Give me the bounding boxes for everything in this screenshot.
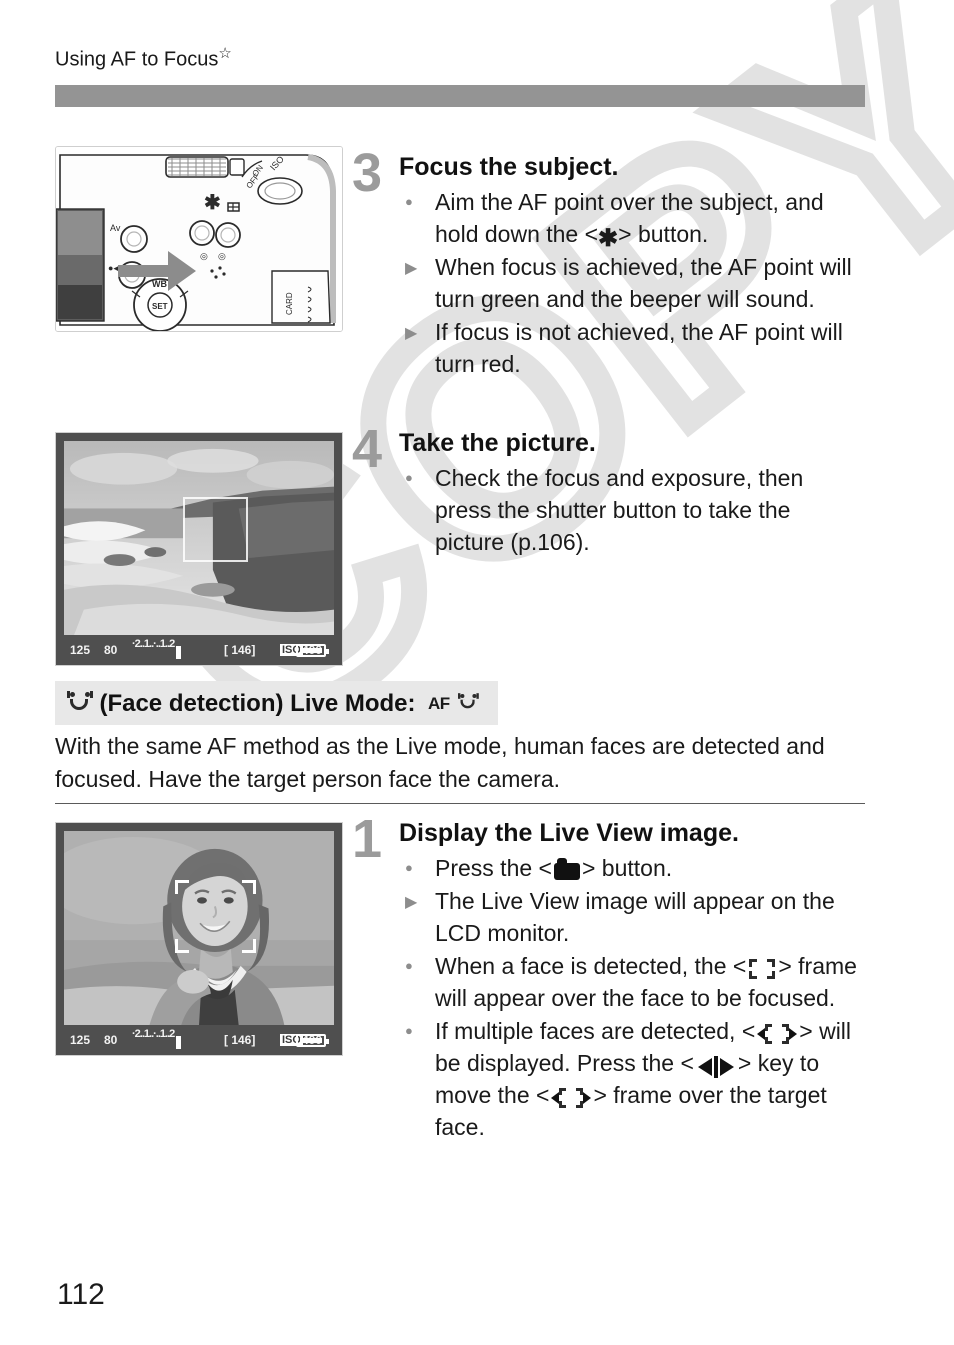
- list-item: When a face is detected, the <> frame wi…: [399, 951, 862, 1015]
- camera-rear-line-art: OFF ON ISO ✱ ◎ ◎ Av ●◀ SET WB CARD: [56, 147, 342, 331]
- af-point-box: [182, 497, 248, 562]
- section-heading-text: (Face detection) Live Mode:: [99, 689, 416, 717]
- list-item: Check the focus and exposure, then press…: [399, 463, 862, 559]
- step-3-number: 3: [352, 143, 383, 203]
- svg-text:SET: SET: [152, 302, 168, 311]
- bullet-dot-icon: [405, 853, 427, 885]
- face-detection-icon: [67, 690, 93, 714]
- step-4-title: Take the picture.: [399, 429, 596, 457]
- svg-text:CARD: CARD: [285, 292, 294, 315]
- battery-icon: [296, 1033, 329, 1047]
- exposure-scale-text: ·2..1..·..1..2: [132, 1028, 175, 1041]
- camera-illustration-figure: OFF ON ISO ✱ ◎ ◎ Av ●◀ SET WB CARD: [55, 146, 343, 332]
- list-item: If focus is not achieved, the AF point w…: [399, 317, 862, 381]
- camera-icon: [553, 858, 580, 881]
- left-right-key-icon: [696, 1056, 736, 1079]
- header-rule-bar: [55, 85, 865, 107]
- page-number: 112: [57, 1278, 105, 1311]
- aperture-value: 80: [104, 643, 118, 658]
- face-frame-arrows-icon: [757, 1024, 798, 1045]
- star-marker-icon: ☆: [218, 45, 232, 62]
- battery-icon: [296, 643, 329, 657]
- svg-text:WB: WB: [152, 279, 167, 289]
- lcd-face-figure: 125 80 ·2..1..·..1..2 [ 146] ISO 400: [55, 822, 343, 1057]
- section-heading: (Face detection) Live Mode: AF: [55, 681, 499, 725]
- bullet-dot-icon: [405, 187, 427, 219]
- step-1-bullet-1b: > button.: [581, 855, 673, 882]
- aperture-value: 80: [104, 1033, 118, 1048]
- exposure-level-scale: ·2..1..·..1..2: [132, 1028, 181, 1050]
- section-paragraph: With the same AF method as the Live mode…: [55, 733, 825, 792]
- bullet-triangle-icon: [405, 252, 427, 284]
- lcd-landscape-scene: [64, 441, 334, 636]
- svg-text:Av: Av: [110, 223, 121, 233]
- exposure-indicator-icon: [176, 646, 181, 660]
- bullet-dot-icon: [405, 1016, 427, 1048]
- step-4-bullet-1: Check the focus and exposure, then press…: [435, 465, 804, 556]
- step-4-block: 4 Take the picture. Check the focus and …: [352, 422, 862, 560]
- step-1-title: Display the Live View image.: [399, 819, 739, 847]
- step-1-bullet-2: The Live View image will appear on the L…: [435, 888, 835, 947]
- step-3-bullet-3: If focus is not achieved, the AF point w…: [435, 319, 843, 378]
- face-frame-arrows-icon: [551, 1088, 592, 1109]
- face-detection-icon: [458, 692, 479, 711]
- step-4-list: Check the focus and exposure, then press…: [399, 463, 862, 559]
- step-3-block: 3 Focus the subject. Aim the AF point ov…: [352, 146, 862, 382]
- step-4-number: 4: [352, 419, 383, 479]
- step-3-bullet-1c: > button.: [618, 221, 709, 248]
- face-frame-icon: [749, 959, 776, 980]
- step-3-bullet-1a: Aim the AF point over the subject,: [435, 189, 779, 216]
- lcd-status-bar: 125 80 ·2..1..·..1..2 [ 146] ISO 400: [64, 1025, 334, 1055]
- step-1-list: Press the < > button. The Live View image…: [399, 853, 862, 1144]
- step-1-bullet-4a: If multiple faces are detected, <: [435, 1018, 756, 1045]
- lcd-landscape-figure: 125 80 ·2..1..·..1..2 [ 146] ISO 400: [55, 432, 343, 667]
- svg-text:✱: ✱: [204, 192, 221, 214]
- exposure-scale-text: ·2..1..·..1..2: [132, 638, 175, 651]
- section-divider: [55, 803, 865, 804]
- step-1-number: 1: [352, 809, 383, 869]
- list-item: When focus is achieved, the AF point wil…: [399, 252, 862, 316]
- bullet-dot-icon: [405, 951, 427, 983]
- step-3-bullet-2: When focus is achieved, the AF point wil…: [435, 254, 852, 313]
- svg-text:◎: ◎: [218, 251, 226, 261]
- running-head: Using AF to Focus☆: [55, 44, 232, 72]
- step-3-title: Focus the subject.: [399, 153, 619, 181]
- list-item: Press the < > button.: [399, 853, 862, 885]
- lcd-status-bar: 125 80 ·2..1..·..1..2 [ 146] ISO 400: [64, 635, 334, 665]
- exposure-indicator-icon: [176, 1036, 181, 1050]
- list-item: Aim the AF point over the subject, and h…: [399, 187, 862, 251]
- shots-remaining-value: [ 146]: [224, 643, 256, 658]
- af-mode-label: AF: [427, 693, 450, 713]
- step-1-block: 1 Display the Live View image. Press the…: [352, 812, 862, 1145]
- lcd-face-scene: [64, 831, 334, 1026]
- bullet-triangle-icon: [405, 886, 427, 918]
- exposure-level-scale: ·2..1..·..1..2: [132, 638, 181, 660]
- shutter-speed-value: 125: [70, 1033, 91, 1048]
- svg-text:◎: ◎: [200, 251, 208, 261]
- list-item: The Live View image will appear on the L…: [399, 886, 862, 950]
- step-1-bullet-3a: When a face is detected, the <: [435, 953, 747, 980]
- shutter-speed-value: 125: [70, 643, 91, 658]
- list-item: If multiple faces are detected, <> will …: [399, 1016, 862, 1144]
- step-1-bullet-1a: Press the <: [435, 855, 552, 882]
- step-3-list: Aim the AF point over the subject, and h…: [399, 187, 862, 381]
- bullet-triangle-icon: [405, 317, 427, 349]
- ae-lock-icon: ✱: [598, 225, 619, 253]
- manual-page: Using AF to Focus☆ OFF ON ISO ✱ ◎ ◎ Av ●…: [0, 0, 954, 1345]
- shots-remaining-value: [ 146]: [224, 1033, 256, 1048]
- face-detection-frame: [174, 879, 256, 954]
- bullet-dot-icon: [405, 463, 427, 495]
- running-head-text: Using AF to Focus: [55, 48, 219, 71]
